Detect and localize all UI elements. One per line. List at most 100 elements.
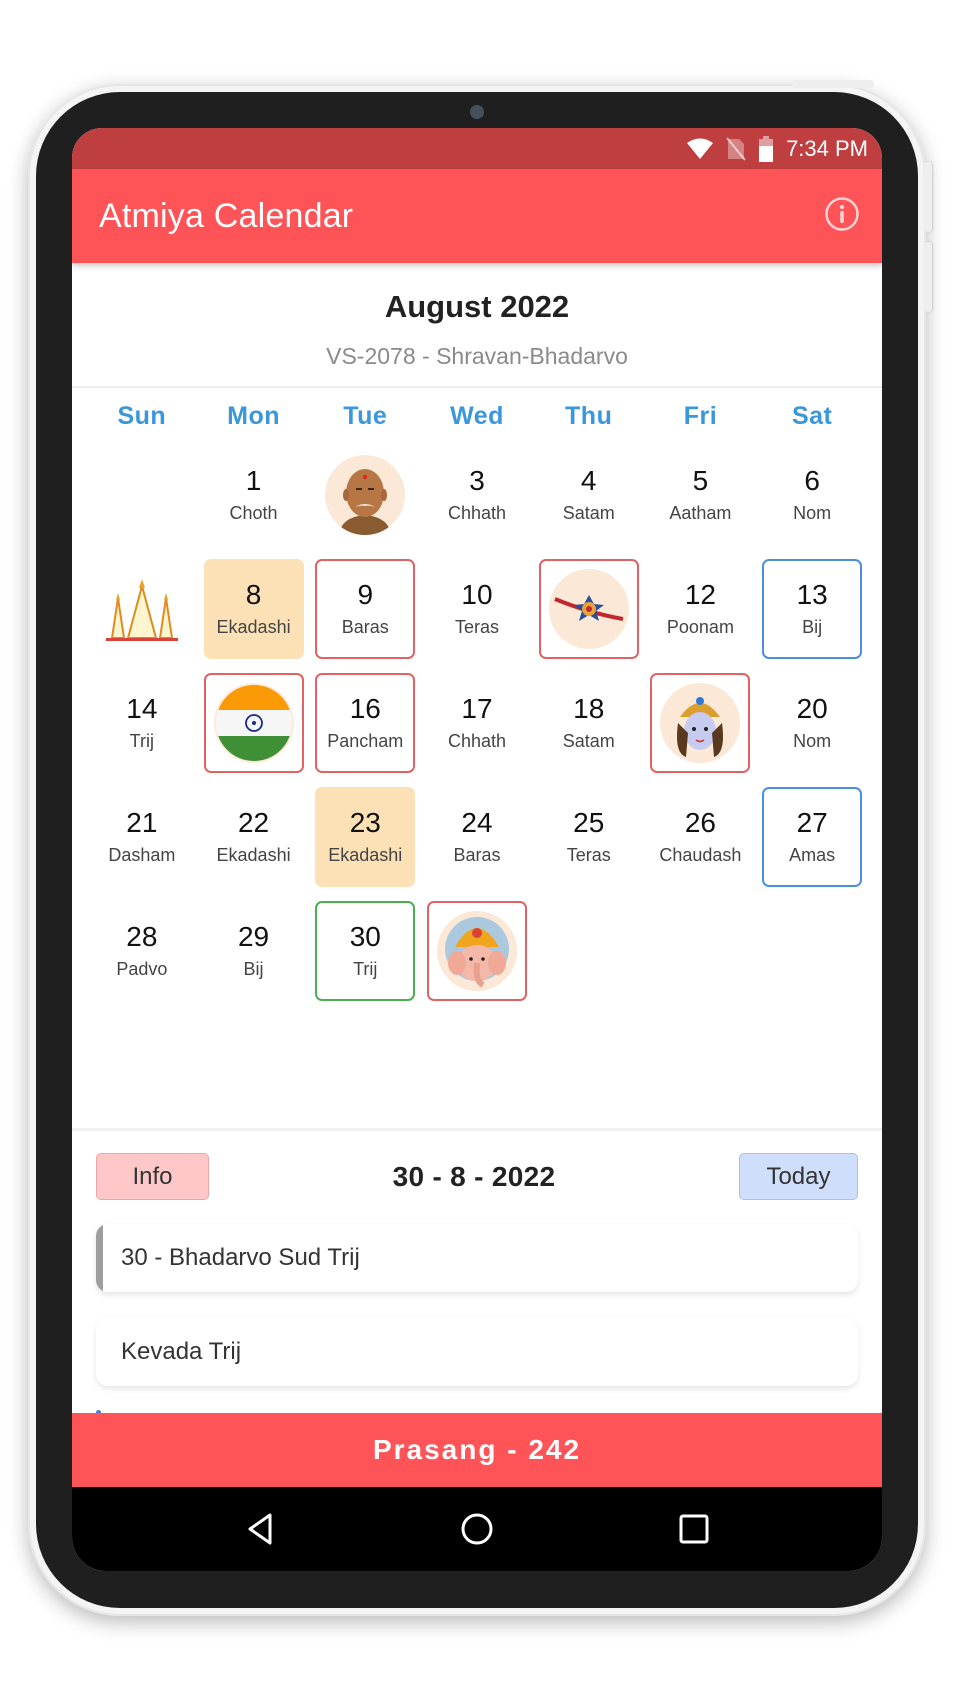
front-camera bbox=[470, 105, 484, 119]
status-bar: 7:34 PM bbox=[72, 128, 882, 169]
prasang-button[interactable]: Prasang - 242 bbox=[72, 1413, 882, 1487]
calendar-grid: 1 Choth 3 Chhath 4 Satam 5 Aatham 6 Nom 8 Ekadashi 9… bbox=[72, 431, 882, 1001]
tithi-label: Trij bbox=[353, 958, 378, 979]
tithi-label: Bij bbox=[243, 958, 264, 979]
day-number: 5 bbox=[692, 465, 709, 497]
day-cell-22[interactable]: 22 Ekadashi bbox=[204, 787, 304, 887]
day-number: 20 bbox=[796, 693, 828, 725]
screen: 7:34 PM Atmiya Calendar August 2022 VS-2… bbox=[72, 128, 882, 1571]
weekday-label: Mon bbox=[227, 402, 280, 430]
ganesh-icon bbox=[436, 911, 517, 991]
day-detail-panel: Info 30 - 8 - 2022 Today 30 - Bhadarvo S… bbox=[72, 1128, 882, 1386]
weekday-label: Tue bbox=[343, 402, 388, 430]
day-cell-14[interactable]: 14 Trij bbox=[92, 673, 192, 773]
day-cell-23[interactable]: 23 Ekadashi bbox=[315, 787, 416, 887]
day-number: 27 bbox=[796, 807, 828, 839]
day-number: 14 bbox=[126, 693, 158, 725]
system-nav-bar bbox=[72, 1487, 882, 1571]
day-cell-3[interactable]: 3 Chhath bbox=[427, 445, 527, 545]
day-cell-9[interactable]: 9 Baras bbox=[315, 559, 416, 659]
day-cell-12[interactable]: 12 Poonam bbox=[650, 559, 750, 659]
day-cell-31[interactable] bbox=[426, 901, 527, 1001]
info-icon[interactable] bbox=[824, 196, 860, 237]
day-cell-19[interactable] bbox=[650, 673, 751, 773]
day-cell-2[interactable] bbox=[315, 445, 415, 545]
day-cell-18[interactable]: 18 Satam bbox=[539, 673, 639, 773]
day-number: 12 bbox=[684, 579, 716, 611]
tithi-label: Nom bbox=[793, 502, 832, 523]
tithi-label: Ekadashi bbox=[216, 616, 291, 637]
day-cell-28[interactable]: 28 Padvo bbox=[92, 901, 192, 1001]
day-number: 30 bbox=[349, 921, 381, 953]
day-cell-27[interactable]: 27 Amas bbox=[762, 787, 863, 887]
weekday-header: Sun Mon Tue Wed Thu Fri Sat bbox=[72, 388, 882, 431]
tithi-label: Teras bbox=[454, 616, 499, 637]
weekday-label: Sun bbox=[117, 402, 167, 430]
tithi-label: Chhath bbox=[447, 730, 506, 751]
day-number: 17 bbox=[461, 693, 493, 725]
tithi-label: Bij bbox=[802, 616, 823, 637]
day-cell-24[interactable]: 24 Baras bbox=[427, 787, 527, 887]
weekday-label: Thu bbox=[565, 402, 613, 430]
today-button[interactable]: Today bbox=[738, 1153, 858, 1200]
clock: 7:34 PM bbox=[786, 135, 868, 161]
day-number: 25 bbox=[573, 807, 605, 839]
event-card[interactable]: Kevada Trij bbox=[96, 1318, 858, 1386]
day-cell-25[interactable]: 25 Teras bbox=[539, 787, 639, 887]
day-cell-17[interactable]: 17 Chhath bbox=[427, 673, 527, 773]
day-number: 8 bbox=[245, 579, 262, 611]
day-number: 16 bbox=[349, 693, 381, 725]
day-cell-11[interactable] bbox=[538, 559, 639, 659]
day-number: 6 bbox=[804, 465, 820, 497]
day-cell-26[interactable]: 26 Chaudash bbox=[650, 787, 750, 887]
guru-portrait-icon bbox=[325, 455, 406, 535]
app-bar: Atmiya Calendar bbox=[72, 169, 882, 263]
tithi-label: Chhath bbox=[447, 502, 506, 523]
back-icon[interactable] bbox=[230, 1499, 290, 1559]
india-flag-icon bbox=[213, 683, 294, 763]
day-cell-15[interactable] bbox=[203, 673, 304, 773]
tithi-label: Amas bbox=[789, 844, 836, 865]
day-number: 3 bbox=[469, 465, 485, 497]
day-number: 18 bbox=[573, 693, 605, 725]
tithi-label: Chaudash bbox=[659, 844, 742, 865]
vikram-samvat-subtitle: VS-2078 - Shravan-Bhadarvo bbox=[326, 343, 628, 369]
day-cell-16[interactable]: 16 Pancham bbox=[315, 673, 416, 773]
tithi-label: Nom bbox=[793, 730, 832, 751]
day-number: 13 bbox=[796, 579, 828, 611]
recents-icon[interactable] bbox=[664, 1499, 724, 1559]
tithi-label: Ekadashi bbox=[328, 844, 403, 865]
day-cell-5[interactable]: 5 Aatham bbox=[650, 445, 750, 545]
tithi-label: Ekadashi bbox=[216, 844, 291, 865]
power-button bbox=[792, 80, 874, 88]
selected-date: 30 - 8 - 2022 bbox=[392, 1160, 556, 1192]
tithi-label: Pancham bbox=[327, 730, 404, 751]
weekday-label: Wed bbox=[450, 402, 504, 430]
day-cell-20[interactable]: 20 Nom bbox=[762, 673, 862, 773]
day-cell-30[interactable]: 30 Trij bbox=[315, 901, 416, 1001]
tithi-label: Satam bbox=[562, 730, 615, 751]
day-cell-10[interactable]: 10 Teras bbox=[427, 559, 527, 659]
rakhi-icon bbox=[548, 569, 629, 649]
day-cell-29[interactable]: 29 Bij bbox=[204, 901, 304, 1001]
tithi-label: Satam bbox=[562, 502, 615, 523]
battery-icon bbox=[758, 135, 774, 162]
no-sim-icon bbox=[726, 136, 746, 161]
day-cell-8[interactable]: 8 Ekadashi bbox=[203, 559, 304, 659]
tithi-label: Aatham bbox=[669, 502, 732, 523]
home-icon[interactable] bbox=[447, 1499, 507, 1559]
event-text: 30 - Bhadarvo Sud Trij bbox=[121, 1244, 360, 1271]
day-cell-21[interactable]: 21 Dasham bbox=[92, 787, 192, 887]
tithi-label: Dasham bbox=[108, 844, 176, 865]
info-button[interactable]: Info bbox=[96, 1153, 209, 1200]
day-cell-13[interactable]: 13 Bij bbox=[762, 559, 863, 659]
day-cell-7[interactable] bbox=[92, 559, 192, 659]
day-cell-4[interactable]: 4 Satam bbox=[539, 445, 639, 545]
krishna-icon bbox=[660, 683, 741, 763]
event-card[interactable]: 30 - Bhadarvo Sud Trij bbox=[96, 1224, 858, 1292]
day-cell-1[interactable]: 1 Choth bbox=[204, 445, 304, 545]
tithi-label: Baras bbox=[341, 616, 389, 637]
app-title: Atmiya Calendar bbox=[99, 196, 354, 235]
volume-down-button bbox=[924, 242, 932, 312]
day-cell-6[interactable]: 6 Nom bbox=[762, 445, 862, 545]
